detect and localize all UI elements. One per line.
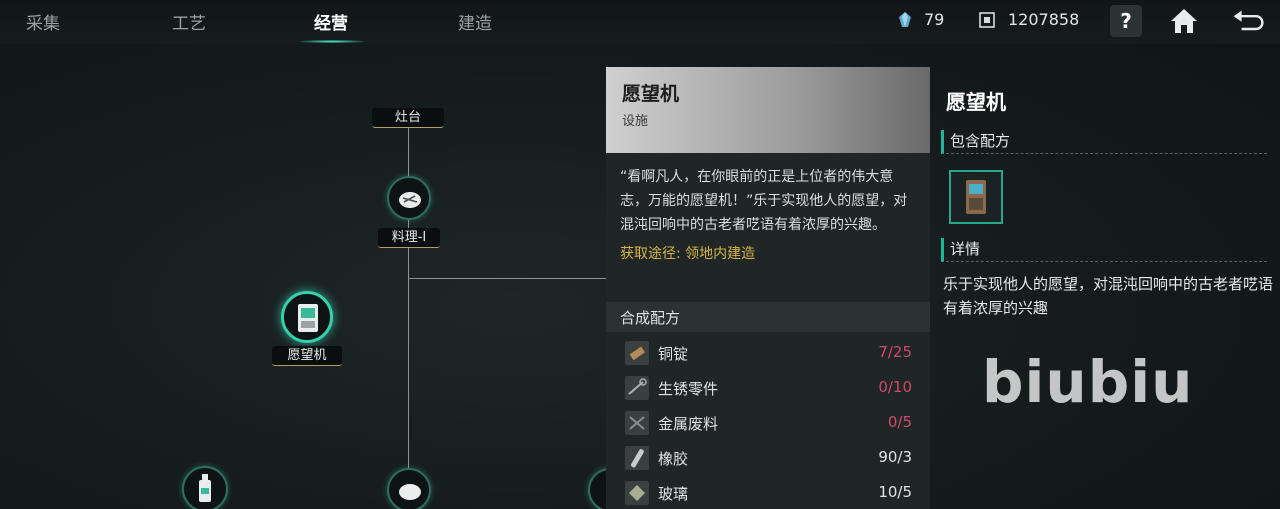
crystal-count: 79 <box>924 10 945 29</box>
arcade-machine-icon <box>966 180 986 214</box>
material-name: 金属废料 <box>658 415 719 433</box>
tree-node-cooking[interactable] <box>387 176 431 220</box>
copper-ingot-icon <box>625 341 649 365</box>
material-row: 生锈零件 0/10 <box>606 371 930 406</box>
tab-gathering[interactable]: 采集 <box>26 9 60 34</box>
side-title: 愿望机 <box>946 90 1006 114</box>
tab-crafting[interactable]: 工艺 <box>172 9 206 34</box>
material-row: 金属废料 0/5 <box>606 406 930 441</box>
home-button[interactable] <box>1168 5 1200 37</box>
help-button[interactable]: ? <box>1110 5 1142 37</box>
cooking-dish-icon <box>399 192 421 208</box>
watermark-logo: biubiu <box>982 348 1194 416</box>
rusty-parts-icon <box>625 376 649 400</box>
help-icon: ? <box>1120 9 1132 33</box>
tree-node-bottle[interactable] <box>182 466 228 509</box>
active-tab-indicator <box>300 40 364 43</box>
material-name: 玻璃 <box>658 485 689 503</box>
node-label-wishing-machine: 愿望机 <box>272 346 342 366</box>
details-header: 详情 <box>941 238 1267 262</box>
panel-subtitle: 设施 <box>622 114 649 129</box>
node-label-cooking: 料理-I <box>378 228 440 248</box>
item-detail-panel: 愿望机 设施 “看啊凡人，在你眼前的正是上位者的伟大意志，万能的愿望机！”乐于实… <box>606 67 930 509</box>
metal-scrap-icon <box>625 411 649 435</box>
material-name: 橡胶 <box>658 450 689 468</box>
home-icon <box>1171 9 1197 33</box>
contains-recipe-header: 包含配方 <box>941 130 1267 154</box>
material-row: 橡胶 90/3 <box>606 441 930 476</box>
wishing-machine-icon <box>298 304 318 332</box>
currency-icon <box>979 12 995 28</box>
node-label-stove: 灶台 <box>372 108 444 128</box>
tree-connector-horizontal <box>408 278 608 279</box>
material-row: 铜锭 7/25 <box>606 336 930 371</box>
glass-icon <box>625 481 649 505</box>
tree-node-wishing-machine[interactable] <box>281 291 333 343</box>
back-button[interactable] <box>1232 5 1264 37</box>
bottle-icon <box>199 474 211 502</box>
currency-count: 1207858 <box>1008 10 1080 29</box>
item-description: “看啊凡人，在你眼前的正是上位者的伟大意志，万能的愿望机！”乐于实现他人的愿望，… <box>620 169 908 233</box>
material-name: 铜锭 <box>658 345 689 363</box>
material-count: 7/25 <box>878 343 912 361</box>
panel-title: 愿望机 <box>622 83 680 105</box>
crystal-icon <box>899 12 911 27</box>
tab-business[interactable]: 经营 <box>314 9 348 34</box>
rubber-icon <box>625 446 649 470</box>
cooking-dish-icon <box>399 484 421 500</box>
back-arrow-icon <box>1233 10 1264 31</box>
material-count: 10/5 <box>878 483 912 501</box>
recipe-header: 合成配方 <box>606 302 930 332</box>
details-text: 乐于实现他人的愿望，对混沌回响中的古老者呓语有着浓厚的兴趣 <box>943 275 1274 317</box>
acquisition-source: 获取途径: 领地内建造 <box>620 246 756 262</box>
panel-header: 愿望机 设施 <box>606 67 930 153</box>
tree-node-cooking-2[interactable] <box>387 468 431 509</box>
material-count: 0/5 <box>887 413 912 431</box>
material-count: 0/10 <box>878 378 912 396</box>
top-bar: 采集 工艺 经营 建造 79 1207858 ? <box>0 0 1280 44</box>
material-count: 90/3 <box>878 448 912 466</box>
recipe-slot[interactable] <box>949 170 1003 224</box>
material-row: 玻璃 10/5 <box>606 476 930 509</box>
material-name: 生锈零件 <box>658 380 719 398</box>
tab-building[interactable]: 建造 <box>458 9 492 34</box>
